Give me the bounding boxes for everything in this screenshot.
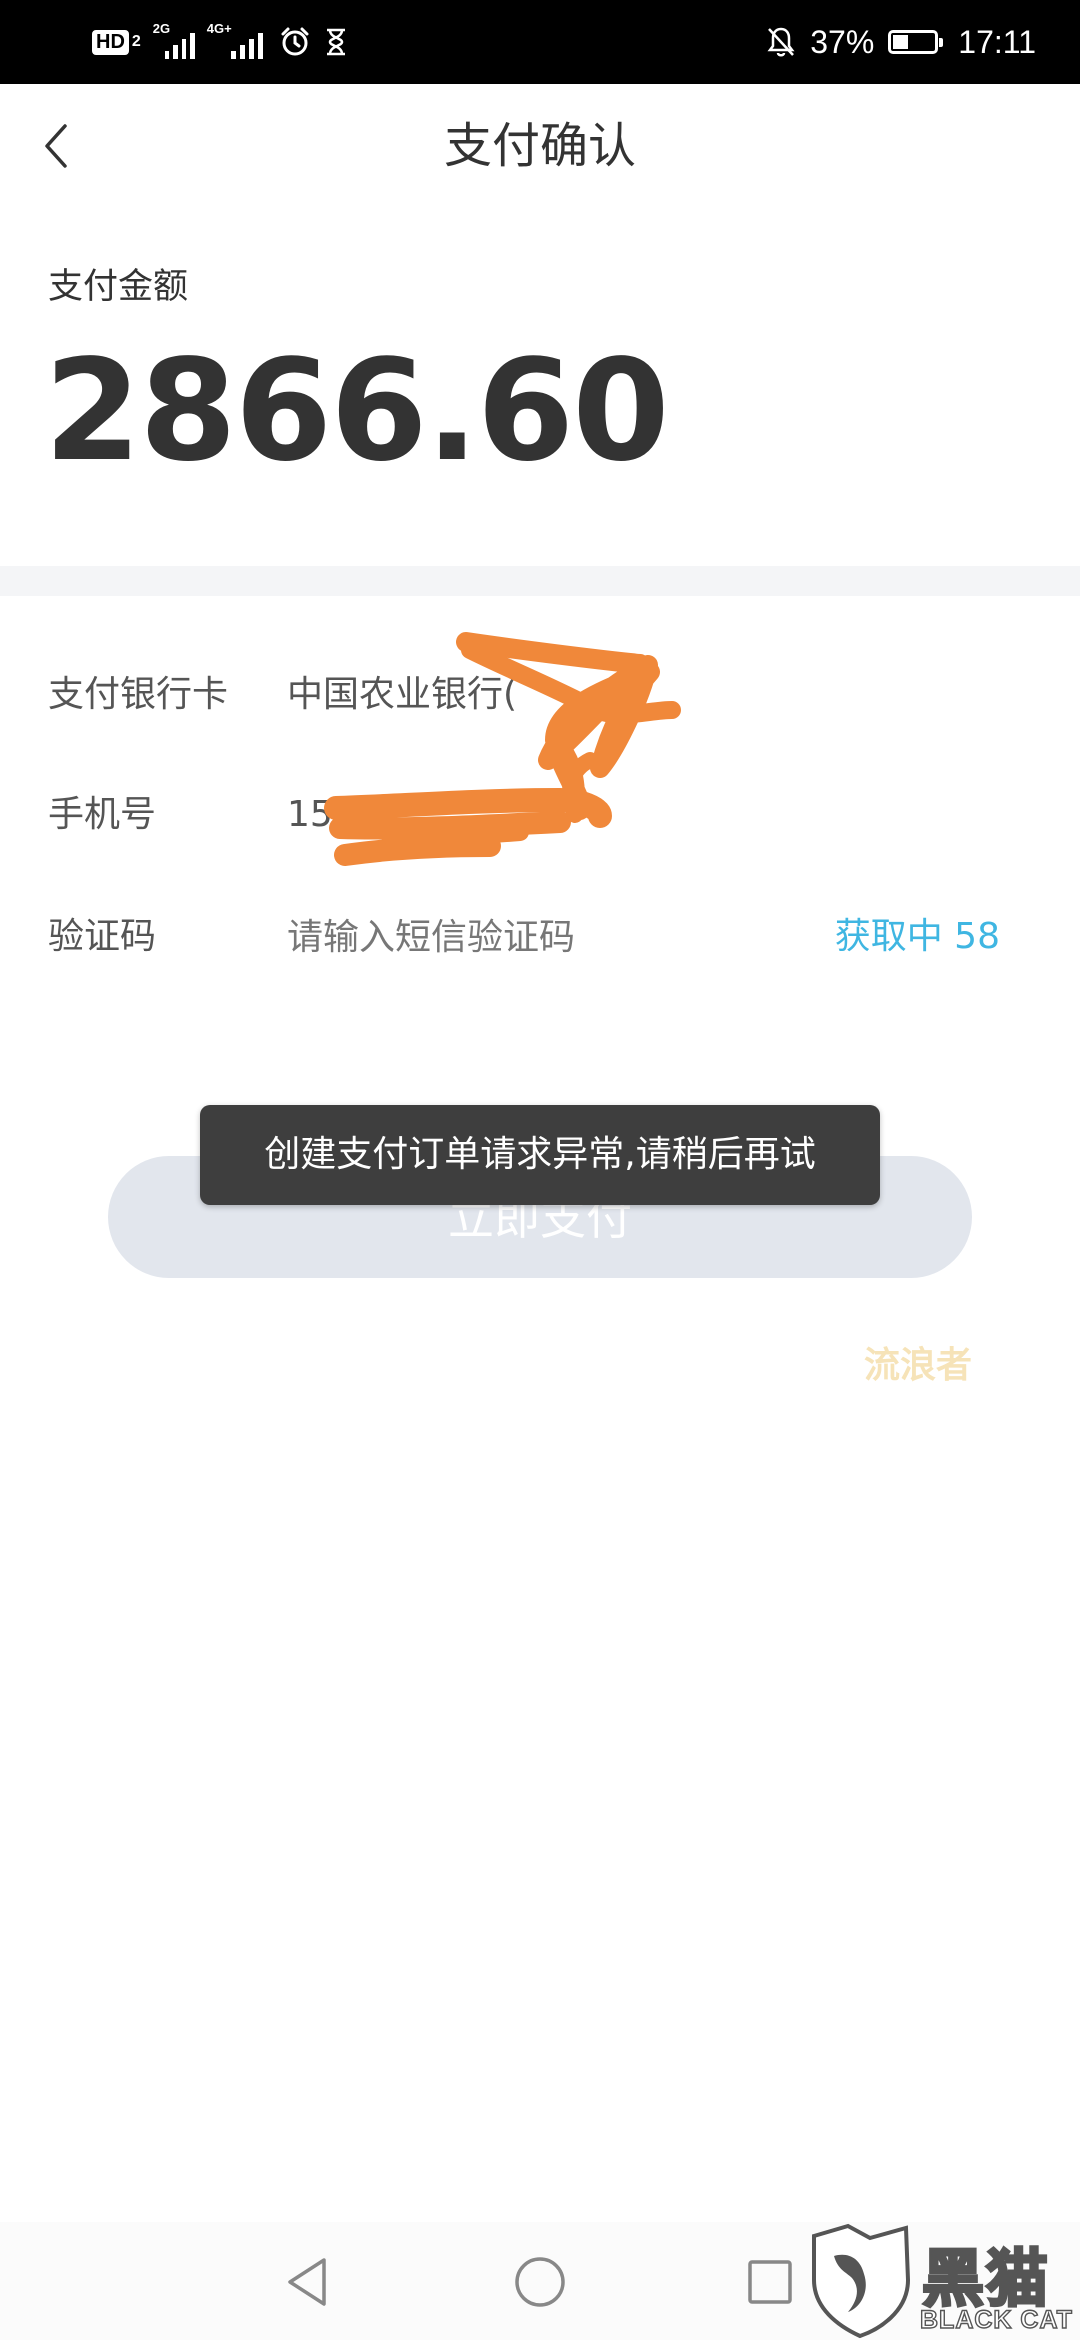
amount-value: 2866.60 (44, 330, 670, 493)
nav-back-button[interactable] (276, 2250, 340, 2314)
circle-home-icon (515, 2257, 565, 2307)
sms-code-row: 验证码 获取中 58 (0, 892, 1080, 982)
black-cat-brand-en: BLACK CAT (919, 2305, 1073, 2334)
battery-icon (888, 30, 944, 54)
error-toast: 创建支付订单请求异常,请稍后再试 (200, 1105, 880, 1205)
notifications-muted-icon (766, 26, 796, 58)
triangle-back-icon (288, 2258, 326, 2306)
nav-home-button[interactable] (508, 2250, 572, 2314)
black-cat-brand-cn: 黑猫 (920, 2241, 1051, 2317)
bank-card-row[interactable]: 支付银行卡 中国农业银行( (0, 650, 1080, 740)
section-divider (0, 566, 1080, 596)
signal-strength-icon: 4G+ (207, 21, 265, 59)
hd-label: HD (92, 29, 129, 55)
bank-card-label: 支付银行卡 (48, 674, 229, 715)
phone-label: 手机号 (48, 794, 157, 835)
network-type-label: 4G+ (206, 21, 232, 36)
sms-countdown-button[interactable]: 获取中 58 (835, 892, 1000, 982)
network-type-label: 2G (152, 21, 171, 36)
sms-code-label: 验证码 (48, 916, 157, 957)
clock-time: 17:11 (958, 23, 1036, 60)
header: 支付确认 (0, 84, 1080, 208)
battery-level-fill (893, 35, 909, 49)
phone-row: 手机号 15 (0, 770, 1080, 860)
page-title: 支付确认 (443, 118, 636, 174)
watermark-text: 流浪者 (864, 1345, 973, 1386)
sms-code-input[interactable] (287, 910, 787, 964)
alarm-clock-icon (279, 26, 311, 58)
hourglass-icon (325, 28, 347, 56)
nav-recents-button[interactable] (738, 2250, 802, 2314)
status-bar: HD 2 2G 4G+ 37% 17:11 (0, 0, 1080, 84)
phone-value: 15 (287, 794, 333, 835)
square-recents-icon (748, 2260, 792, 2304)
amount-label: 支付金额 (48, 267, 189, 307)
battery-percent: 37% (810, 23, 875, 60)
hd-voice-icon: HD 2 (92, 29, 141, 55)
hd-sub-label: 2 (131, 33, 141, 50)
bank-card-value: 中国农业银行( (287, 674, 518, 715)
signal-strength-icon: 2G (153, 21, 195, 59)
